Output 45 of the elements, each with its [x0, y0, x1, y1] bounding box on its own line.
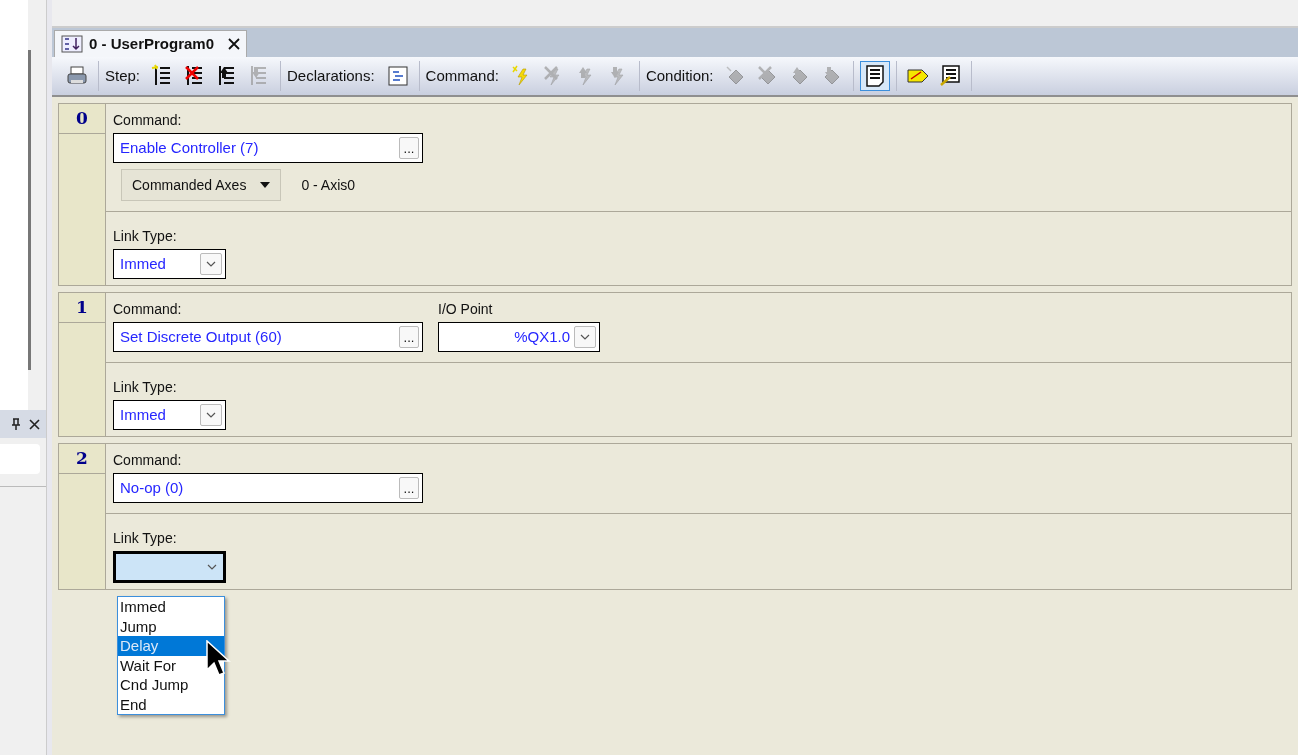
link-type-select[interactable]: Immed	[113, 400, 226, 430]
dropdown-button[interactable]	[200, 404, 222, 426]
step-number: 1	[76, 295, 88, 319]
step-number: 0	[76, 106, 88, 130]
field-label: Command:	[113, 451, 183, 470]
dropdown-option[interactable]: Delay	[118, 636, 224, 656]
close-icon[interactable]	[29, 418, 40, 430]
field-label: Link Type:	[113, 529, 178, 548]
field-label: I/O Point	[438, 300, 494, 319]
dropdown-option[interactable]: End	[118, 694, 224, 714]
caret-icon	[207, 564, 217, 570]
link-type-select[interactable]	[113, 551, 226, 583]
browse-button[interactable]: ...	[399, 137, 419, 159]
list-icon	[61, 35, 83, 53]
browse-button[interactable]: ...	[399, 326, 419, 348]
field-label: Command:	[113, 300, 183, 319]
step-number: 2	[76, 446, 88, 470]
browse-button[interactable]: ...	[399, 477, 419, 499]
io-point-field[interactable]: %QX1.0	[438, 322, 600, 352]
dropdown-button[interactable]	[574, 326, 596, 348]
dropdown-button[interactable]	[200, 253, 222, 275]
caret-icon	[206, 412, 216, 418]
command-field[interactable]: Set Discrete Output (60) ...	[113, 322, 423, 352]
commanded-axes-button[interactable]: Commanded Axes	[121, 169, 282, 201]
field-label: Command:	[113, 111, 183, 130]
dropdown-option[interactable]: Immed	[118, 597, 224, 617]
close-icon[interactable]	[228, 38, 241, 50]
caret-icon	[206, 261, 216, 267]
axes-value: 0 - Axis0	[301, 175, 356, 195]
pin-icon[interactable]	[11, 418, 21, 430]
dropdown-option[interactable]: Cnd Jump	[118, 675, 224, 695]
caret-icon	[260, 182, 271, 188]
dropdown-option[interactable]: Jump	[118, 616, 224, 636]
document-tab[interactable]: 0 - UserProgram0	[54, 30, 248, 57]
toolbar-label: Condition:	[645, 65, 714, 86]
toolbar-label: Step:	[105, 65, 141, 86]
command-field[interactable]: No-op (0) ...	[113, 473, 423, 503]
link-type-select[interactable]: Immed	[113, 249, 226, 279]
command-field[interactable]: Enable Controller (7) ...	[113, 133, 423, 163]
caret-icon	[580, 334, 590, 340]
field-label: Link Type:	[113, 378, 178, 397]
field-label: Link Type:	[113, 227, 178, 246]
toolbar-label: Command:	[425, 65, 499, 86]
toolbar-label: Declarations:	[287, 65, 375, 86]
document-icon[interactable]	[860, 61, 891, 91]
